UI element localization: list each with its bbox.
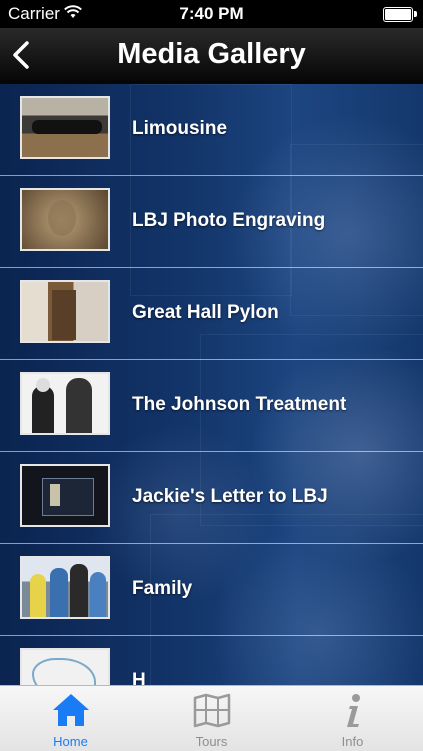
family-photo [20, 556, 110, 619]
tab-label: Home [53, 734, 88, 749]
item-label: The Johnson Treatment [132, 394, 347, 415]
status-bar: Carrier 7:40 PM [0, 0, 423, 28]
list-item[interactable]: Jackie's Letter to LBJ [0, 452, 423, 544]
item-label: Great Hall Pylon [132, 302, 279, 323]
tab-info[interactable]: Info [282, 686, 423, 751]
navigation-bar: Media Gallery [0, 28, 423, 85]
clock: 7:40 PM [179, 4, 244, 23]
info-icon [346, 694, 360, 727]
pylon-photo [20, 280, 110, 343]
map-icon [193, 693, 230, 728]
item-label: Jackie's Letter to LBJ [132, 486, 328, 507]
list-item[interactable]: Limousine [0, 84, 423, 176]
house-icon [52, 694, 89, 726]
battery-icon [383, 7, 417, 22]
item-label: Family [132, 578, 193, 599]
tab-home[interactable]: Home [0, 686, 141, 751]
list-item[interactable]: Great Hall Pylon [0, 268, 423, 360]
tab-label: Info [341, 734, 364, 749]
letter-case-photo [20, 464, 110, 527]
item-label: Limousine [132, 118, 228, 139]
list-item[interactable]: LBJ Photo Engraving [0, 176, 423, 268]
page-title: Media Gallery [117, 38, 306, 70]
tab-tours[interactable]: Tours [141, 686, 282, 751]
sketch-photo [20, 648, 110, 685]
tab-bar: Home Tours Info [0, 685, 423, 751]
tab-label: Tours [195, 734, 228, 749]
gallery-list[interactable]: Limousine LBJ Photo Engraving Great Hall… [0, 84, 423, 685]
johnson-treatment-photo [20, 372, 110, 435]
item-label: LBJ Photo Engraving [132, 210, 326, 231]
limousine-photo [20, 96, 110, 159]
list-item[interactable]: The Johnson Treatment [0, 360, 423, 452]
list-item[interactable]: Family [0, 544, 423, 636]
item-label: H [132, 670, 146, 685]
engraving-photo [20, 188, 110, 251]
list-item[interactable]: H [0, 636, 423, 685]
